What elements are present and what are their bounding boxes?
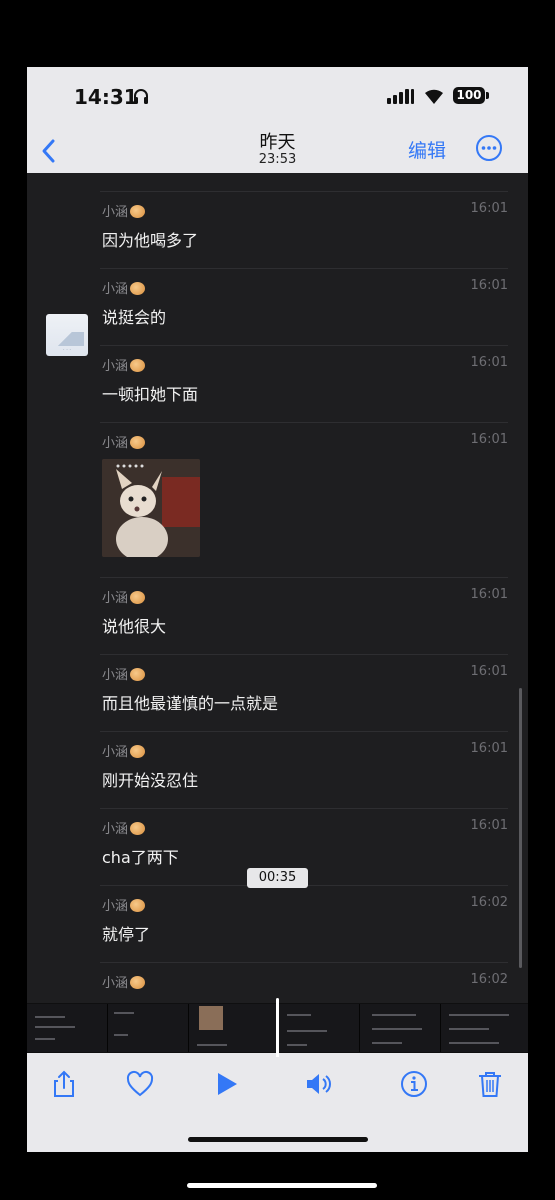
message-text: 因为他喝多了 xyxy=(102,231,199,250)
message-text: 说他很大 xyxy=(102,617,167,636)
scrubber-thumbnail xyxy=(279,1004,360,1052)
sender-emoji-icon xyxy=(130,436,146,449)
message-row: 小涵 16:01 说他很大 xyxy=(27,577,528,654)
message-sender: 小涵 xyxy=(102,664,146,683)
message-sender: 小涵 xyxy=(102,818,146,837)
message-text: 说挺会的 xyxy=(102,308,167,327)
message-row: 小涵 16:02 就停了 xyxy=(27,885,528,962)
sender-name: 小涵 xyxy=(102,899,129,914)
message-row: 小涵 16:01 而且他最谨慎的一点就是 xyxy=(27,654,528,731)
heart-icon[interactable] xyxy=(125,1069,155,1099)
scrubber-thumbnail xyxy=(27,1004,108,1052)
sender-emoji-icon xyxy=(130,976,146,989)
sender-name: 小涵 xyxy=(102,436,129,451)
message-text: cha了两下 xyxy=(102,848,179,867)
play-icon[interactable] xyxy=(211,1069,241,1099)
battery-indicator: 100 xyxy=(453,87,485,104)
sender-name: 小涵 xyxy=(102,359,129,374)
status-time: 14:31 xyxy=(74,85,138,109)
message-sender: 小涵 xyxy=(102,201,146,220)
sender-emoji-icon xyxy=(130,205,146,218)
playhead[interactable] xyxy=(276,998,279,1058)
headphones-icon xyxy=(134,89,148,104)
sender-name: 小涵 xyxy=(102,282,129,297)
battery-tip xyxy=(486,92,489,99)
scrubber-thumbnail xyxy=(108,1004,189,1052)
sender-emoji-icon xyxy=(130,668,146,681)
message-row: 小涵 16:01 因为他喝多了 xyxy=(27,191,528,268)
cellular-signal-icon xyxy=(387,88,414,104)
scrubber-thumbnail xyxy=(360,1004,441,1052)
wifi-icon xyxy=(425,89,443,104)
message-row: 小涵 16:01 刚开始没忍住 xyxy=(27,731,528,808)
message-sender: 小涵 xyxy=(102,432,146,451)
message-time: 16:02 xyxy=(470,895,508,910)
message-time: 16:01 xyxy=(470,201,508,216)
sender-name: 小涵 xyxy=(102,591,129,606)
nav-bar: 昨天 23:53 编辑 xyxy=(27,127,528,173)
sender-name: 小涵 xyxy=(102,205,129,220)
video-time-label: 00:35 xyxy=(247,868,308,888)
message-sender: 小涵 xyxy=(102,895,146,914)
message-time: 16:01 xyxy=(470,741,508,756)
nav-subtitle: 23:53 xyxy=(258,152,297,167)
home-indicator xyxy=(188,1137,368,1142)
share-icon[interactable] xyxy=(49,1069,79,1099)
message-time: 16:01 xyxy=(470,278,508,293)
scrubber-thumbnail xyxy=(189,1004,277,1052)
sender-name: 小涵 xyxy=(102,976,129,991)
sender-emoji-icon xyxy=(130,282,146,295)
message-time: 16:02 xyxy=(470,972,508,987)
message-sender: 小涵 xyxy=(102,587,146,606)
sender-name: 小涵 xyxy=(102,745,129,760)
info-icon[interactable] xyxy=(399,1069,429,1099)
sender-emoji-icon xyxy=(130,359,146,372)
message-sender: 小涵 xyxy=(102,741,146,760)
message-text: 刚开始没忍住 xyxy=(102,771,199,790)
sticker-dog-image[interactable] xyxy=(102,459,200,557)
sender-emoji-icon xyxy=(130,745,146,758)
trash-icon[interactable] xyxy=(475,1069,505,1099)
sender-name: 小涵 xyxy=(102,822,129,837)
message-time: 16:01 xyxy=(470,432,508,447)
message-row: 小涵 16:01 一顿扣她下面 xyxy=(27,345,528,422)
scrollbar[interactable] xyxy=(519,688,522,968)
message-text: 而且他最谨慎的一点就是 xyxy=(102,694,279,713)
message-time: 16:01 xyxy=(470,664,508,679)
message-row: 小涵 16:01 说挺会的 xyxy=(27,268,528,345)
message-text: 一顿扣她下面 xyxy=(102,385,199,404)
message-time: 16:01 xyxy=(470,355,508,370)
sender-emoji-icon xyxy=(130,591,146,604)
outer-home-indicator xyxy=(187,1183,377,1188)
sender-name: 小涵 xyxy=(102,668,129,683)
photo-viewer: 14:31 100 昨天 23:53 编辑 · · · 小涵 16:01 因为他… xyxy=(27,67,528,1152)
sender-emoji-icon xyxy=(130,822,146,835)
more-options-icon[interactable] xyxy=(475,134,503,162)
message-sender: 小涵 xyxy=(102,278,146,297)
sender-emoji-icon xyxy=(130,899,146,912)
status-bar: 14:31 100 xyxy=(27,67,528,127)
volume-icon[interactable] xyxy=(304,1069,334,1099)
message-sender: 小涵 xyxy=(102,972,146,991)
scrubber-thumbnail xyxy=(441,1004,528,1052)
message-time: 16:01 xyxy=(470,818,508,833)
message-sender: 小涵 xyxy=(102,355,146,374)
edit-button[interactable]: 编辑 xyxy=(408,136,446,163)
message-row: 小涵 16:02 xyxy=(27,962,528,1003)
message-text: 就停了 xyxy=(102,925,151,944)
message-time: 16:01 xyxy=(470,587,508,602)
nav-title: 昨天 xyxy=(259,132,296,153)
